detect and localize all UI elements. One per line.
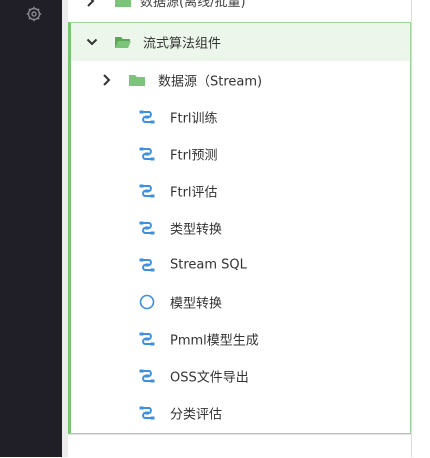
tree-item-label: Ftrl预测 (170, 148, 218, 163)
tree-item-label: 数据源（Stream) (158, 74, 263, 89)
folder-icon (115, 0, 131, 7)
component-node-icon (139, 406, 155, 419)
tree-item-label: Pmml模型生成 (170, 333, 259, 348)
tree-item-classify-eval[interactable]: 分类评估 (71, 394, 410, 431)
tree-item-model-convert[interactable]: 模型转换 (71, 283, 410, 320)
gear-icon[interactable] (26, 6, 42, 22)
tree-item-cutoff[interactable]: 数据源(离线/批量) (68, 0, 412, 20)
chevron-down-icon[interactable] (86, 37, 98, 47)
activity-bar (0, 0, 62, 457)
tree-item-pmml[interactable]: Pmml模型生成 (71, 320, 410, 357)
tree-item-ftrl-predict[interactable]: Ftrl预测 (71, 135, 410, 172)
tree-item-label: Ftrl训练 (170, 111, 218, 126)
tree-group-panel: 流式算法组件 数据源（Stream) Ftrl训练 Ftrl预测 Ftrl评估 … (68, 22, 411, 434)
tree-group-label: 流式算法组件 (143, 36, 222, 52)
component-node-icon (139, 147, 155, 160)
tree-item-ftrl-train[interactable]: Ftrl训练 (71, 98, 410, 135)
component-node-icon (139, 110, 155, 123)
component-node-icon (139, 332, 155, 345)
tree-item-ftrl-eval[interactable]: Ftrl评估 (71, 172, 410, 209)
panel-divider (411, 0, 412, 457)
tree-item-label: 分类评估 (170, 407, 223, 422)
folder-icon (129, 74, 145, 86)
tree-item-label: Ftrl评估 (170, 185, 218, 200)
tree-item-stream-sql[interactable]: Stream SQL (71, 246, 410, 283)
tree-item-label: 类型转换 (170, 222, 223, 237)
tree-item-label: Stream SQL (170, 257, 247, 272)
chevron-right-icon[interactable] (86, 0, 96, 8)
tree-item-label: 模型转换 (170, 296, 223, 311)
tree-item-oss-export[interactable]: OSS文件导出 (71, 357, 410, 394)
tree-footer (68, 434, 412, 458)
tree-item-label: 数据源(离线/批量) (140, 0, 246, 10)
tree-group-header[interactable]: 流式算法组件 (71, 23, 410, 61)
folder-open-icon (115, 37, 131, 48)
tree-item-type-convert[interactable]: 类型转换 (71, 209, 410, 246)
circle-icon (139, 294, 155, 309)
tree-item-stream-folder[interactable]: 数据源（Stream) (71, 61, 410, 98)
component-node-icon (139, 221, 155, 234)
component-node-icon (139, 258, 155, 271)
tree-item-label: OSS文件导出 (170, 370, 249, 385)
chevron-right-icon[interactable] (102, 73, 112, 87)
component-node-icon (139, 369, 155, 382)
component-node-icon (139, 184, 155, 197)
